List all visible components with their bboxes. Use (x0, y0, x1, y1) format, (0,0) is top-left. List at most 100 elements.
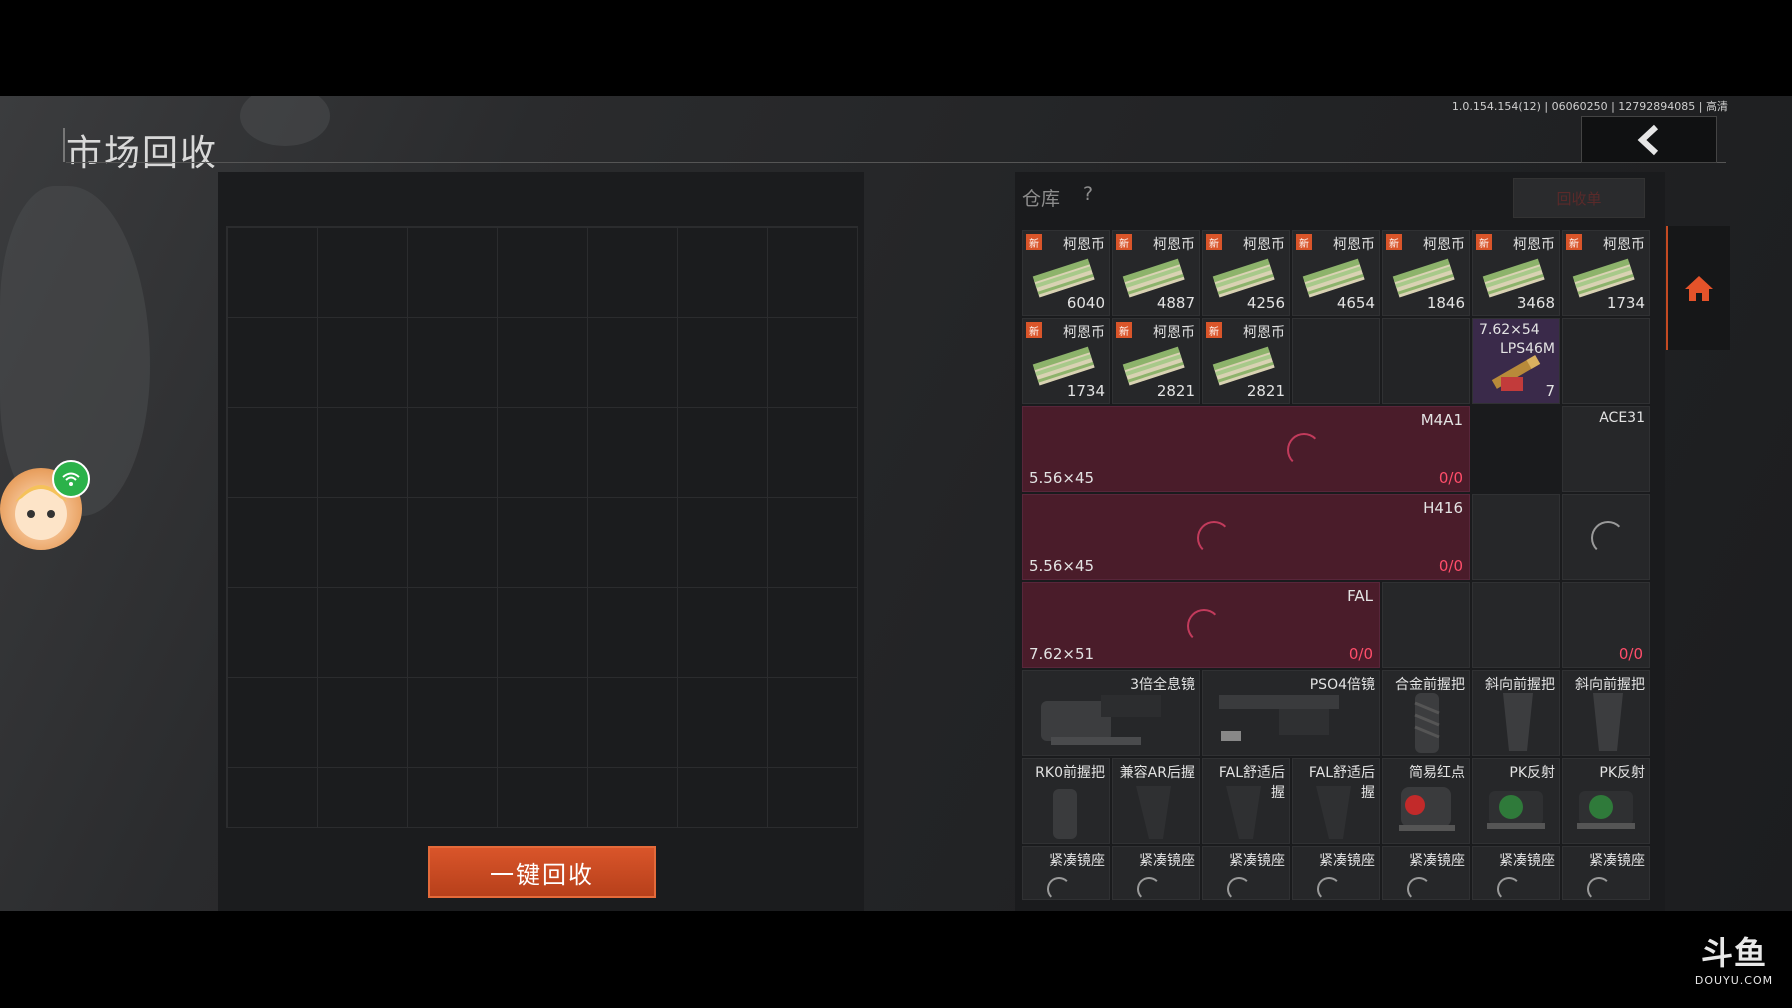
weapon-name: ACE31 (1599, 410, 1645, 426)
accessory-item[interactable]: 紧凑镜座 (1202, 846, 1290, 900)
weapon-ammo-count: 0/0 (1348, 645, 1373, 663)
recycle-drop-grid[interactable] (226, 226, 858, 828)
accessory-item[interactable]: PSO4倍镜 (1202, 670, 1380, 756)
ace31-slot[interactable] (1472, 494, 1560, 580)
weapon-m4a1[interactable]: M4A1 5.56×45 0/0 (1022, 406, 1470, 492)
page-title: 市场回收 (66, 133, 219, 174)
reflex-sight-icon (1487, 791, 1545, 829)
loading-spinner-icon (1137, 877, 1161, 899)
foregrip-icon (1053, 789, 1077, 839)
new-badge: 新 (1296, 234, 1312, 250)
item-name: PSO4倍镜 (1309, 677, 1375, 693)
item-name: 柯恩币 (1513, 237, 1555, 253)
currency-item[interactable]: 新 柯恩币 6040 (1022, 230, 1110, 316)
back-button[interactable] (1581, 116, 1717, 163)
currency-item[interactable]: 新 柯恩币 1846 (1382, 230, 1470, 316)
ammo-box-icon (1491, 355, 1541, 391)
accessory-item[interactable]: 紧凑镜座 (1022, 846, 1110, 900)
ace31-slot[interactable] (1472, 582, 1560, 668)
weapon-ace31-header[interactable]: ACE31 (1562, 406, 1650, 492)
accessory-item[interactable]: 兼容AR后握 (1112, 758, 1200, 844)
empty-slot[interactable] (1562, 318, 1650, 404)
one-key-recycle-button[interactable]: 一键回收 (428, 846, 656, 898)
item-name: 紧凑镜座 (1589, 853, 1645, 869)
accessory-item[interactable]: 紧凑镜座 (1112, 846, 1200, 900)
ammo-item[interactable]: 7.62×54 LPS46M 7 (1472, 318, 1560, 404)
item-count: 2821 (1156, 382, 1195, 400)
weapon-fal[interactable]: FAL 7.62×51 0/0 (1022, 582, 1380, 668)
accessory-item[interactable]: RK0前握把 (1022, 758, 1110, 844)
recycle-list-button[interactable]: 回收单 (1513, 178, 1645, 218)
accessory-item[interactable]: PK反射 (1562, 758, 1650, 844)
currency-item[interactable]: 新 柯恩币 4887 (1112, 230, 1200, 316)
empty-slot[interactable] (1292, 318, 1380, 404)
item-name: 柯恩币 (1603, 237, 1645, 253)
item-name: 简易红点 (1409, 765, 1465, 781)
accessory-item[interactable]: 紧凑镜座 (1562, 846, 1650, 900)
item-name: 紧凑镜座 (1319, 853, 1375, 869)
accessory-item[interactable]: 合金前握把 (1382, 670, 1470, 756)
currency-item[interactable]: 新 柯恩币 1734 (1022, 318, 1110, 404)
weapon-name: M4A1 (1420, 411, 1463, 429)
item-name: 紧凑镜座 (1049, 853, 1105, 869)
accessory-item[interactable]: 斜向前握把 (1472, 670, 1560, 756)
currency-item[interactable]: 新 柯恩币 4256 (1202, 230, 1290, 316)
loading-spinner-icon (1197, 521, 1231, 555)
currency-item[interactable]: 新 柯恩币 2821 (1112, 318, 1200, 404)
loading-spinner-icon (1227, 877, 1251, 899)
item-name: FAL舒适后握 (1218, 765, 1285, 801)
map-background-top (240, 96, 330, 146)
loading-spinner-icon (1317, 877, 1341, 899)
loading-spinner-icon (1047, 877, 1071, 899)
new-badge: 新 (1026, 322, 1042, 338)
pistol-grip-icon (1136, 786, 1171, 839)
title-accent-bar (63, 128, 65, 162)
currency-item[interactable]: 新 柯恩币 3468 (1472, 230, 1560, 316)
accessory-item[interactable]: 斜向前握把 (1562, 670, 1650, 756)
item-name: 柯恩币 (1243, 237, 1285, 253)
ace31-slot[interactable] (1382, 582, 1470, 668)
item-count: 4887 (1156, 294, 1195, 312)
wifi-icon (52, 460, 90, 498)
weapon-caliber: 5.56×45 (1029, 557, 1095, 575)
loading-spinner-icon (1407, 877, 1431, 899)
item-name: 柯恩币 (1333, 237, 1375, 253)
home-tab[interactable] (1666, 226, 1730, 350)
empty-slot[interactable] (1382, 318, 1470, 404)
new-badge: 新 (1206, 234, 1222, 250)
loading-spinner-icon (1187, 609, 1221, 643)
currency-item[interactable]: 新 柯恩币 4654 (1292, 230, 1380, 316)
item-name: 紧凑镜座 (1229, 853, 1285, 869)
accessory-item[interactable]: 紧凑镜座 (1292, 846, 1380, 900)
weapon-name: H416 (1423, 499, 1463, 517)
item-name: 柯恩币 (1153, 325, 1195, 341)
item-count: 4256 (1246, 294, 1285, 312)
accessory-item[interactable]: FAL舒适后握 (1202, 758, 1290, 844)
item-count: 6040 (1066, 294, 1105, 312)
accessory-item[interactable]: FAL舒适后握 (1292, 758, 1380, 844)
currency-item[interactable]: 新 柯恩币 1734 (1562, 230, 1650, 316)
accessory-item[interactable]: 3倍全息镜 (1022, 670, 1200, 756)
item-name: 紧凑镜座 (1499, 853, 1555, 869)
weapon-ammo-count: 0/0 (1618, 645, 1643, 663)
new-badge: 新 (1206, 322, 1222, 338)
accessory-item[interactable]: PK反射 (1472, 758, 1560, 844)
item-count: 4654 (1336, 294, 1375, 312)
weapon-h416[interactable]: H416 5.56×45 0/0 (1022, 494, 1470, 580)
weapon-ammo-count: 0/0 (1438, 469, 1463, 487)
currency-item[interactable]: 新 柯恩币 2821 (1202, 318, 1290, 404)
accessory-item[interactable]: 紧凑镜座 (1382, 846, 1470, 900)
game-screen: 市场回收 1.0.154.154(12) | 06060250 | 127928… (0, 96, 1792, 911)
warehouse-label: 仓库 (1022, 188, 1061, 210)
accessory-item[interactable]: 简易红点 (1382, 758, 1470, 844)
item-name: 斜向前握把 (1575, 677, 1645, 693)
weapon-ammo-count: 0/0 (1438, 557, 1463, 575)
ace31-slot[interactable] (1562, 494, 1650, 580)
item-count: 1846 (1426, 294, 1465, 312)
ace31-slot[interactable]: 0/0 (1562, 582, 1650, 668)
item-name: 柯恩币 (1423, 237, 1465, 253)
item-name: RK0前握把 (1035, 765, 1105, 781)
version-info: 1.0.154.154(12) | 06060250 | 12792894085… (1451, 100, 1728, 113)
help-icon[interactable]: ? (1083, 183, 1093, 205)
accessory-item[interactable]: 紧凑镜座 (1472, 846, 1560, 900)
